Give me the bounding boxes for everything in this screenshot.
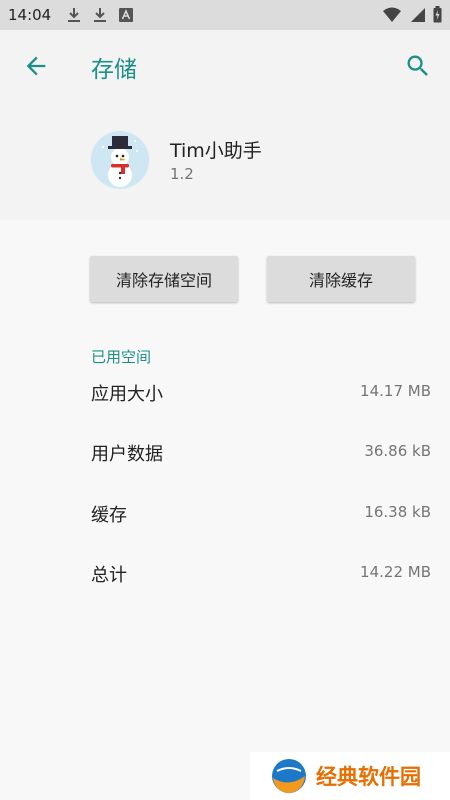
download-icon	[94, 8, 107, 22]
storage-row-total: 总计 14.22 MB	[91, 561, 431, 591]
row-value: 36.86 kB	[364, 442, 431, 460]
watermark: 经典软件园	[250, 752, 450, 800]
row-label: 应用大小	[91, 384, 163, 405]
page-title: 存储	[91, 57, 137, 83]
status-bar: 14:04	[0, 0, 450, 30]
section-title-used-space: 已用空间	[91, 348, 152, 366]
status-time: 14:04	[8, 6, 52, 24]
watermark-logo-icon	[272, 759, 306, 793]
row-value: 14.22 MB	[360, 563, 431, 581]
clear-storage-button[interactable]: 清除存储空间	[90, 256, 238, 302]
storage-row-app-size: 应用大小 14.17 MB	[91, 380, 431, 410]
wifi-icon	[383, 7, 401, 22]
signal-icon	[411, 7, 425, 22]
storage-row-cache: 缓存 16.38 kB	[91, 501, 431, 531]
row-value: 16.38 kB	[364, 503, 431, 521]
row-value: 14.17 MB	[360, 382, 431, 400]
app-header: 存储 Tim小助手 1.2	[0, 30, 450, 220]
row-label: 缓存	[91, 505, 127, 526]
system-icons	[383, 6, 442, 23]
app-name: Tim小助手	[170, 140, 262, 162]
notification-icons	[67, 7, 134, 23]
row-label: 总计	[91, 565, 127, 586]
snowman-icon	[91, 131, 149, 189]
battery-icon	[433, 6, 442, 23]
app-version: 1.2	[170, 165, 194, 183]
search-button[interactable]	[404, 52, 432, 80]
clear-cache-button[interactable]: 清除缓存	[267, 256, 415, 302]
watermark-text: 经典软件园	[316, 765, 421, 789]
app-icon	[91, 131, 149, 189]
search-icon	[407, 55, 428, 76]
arrow-back-icon	[26, 56, 46, 76]
download-icon	[68, 8, 81, 22]
row-label: 用户数据	[91, 444, 163, 465]
back-button[interactable]	[22, 52, 50, 80]
storage-row-user-data: 用户数据 36.86 kB	[91, 440, 431, 470]
a-icon	[119, 8, 134, 22]
